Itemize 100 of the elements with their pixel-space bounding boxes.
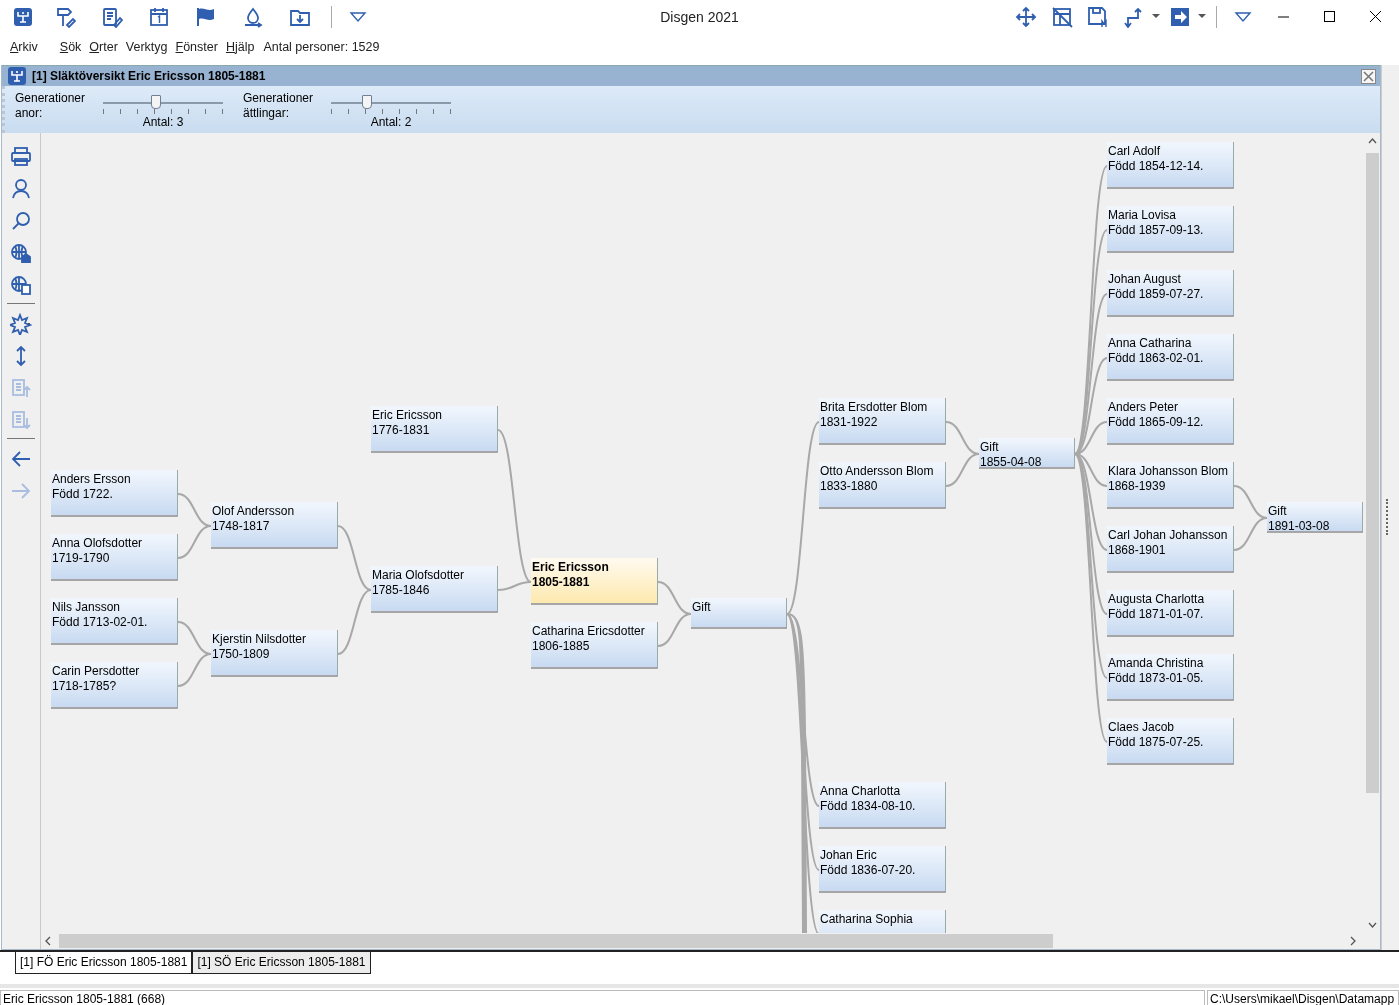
person-name: Anna Charlotta [820,784,902,799]
marriage-card[interactable]: Gift 1855-04-08 [979,438,1075,469]
person-card[interactable]: Olof Andersson 1748-1817 [211,502,338,549]
person-card[interactable]: Claes Jacob Född 1875-07-25. [1107,718,1234,765]
person-card[interactable]: Eric Ericsson 1776-1831 [371,406,498,453]
person-dates: 1718-1785? [52,679,118,694]
person-dates: 1831-1922 [820,415,879,430]
window-title: Disgen 2021 [660,8,739,25]
marriage-date: 1891-03-08 [1268,519,1331,534]
person-dates: Född 1875-07-25. [1108,735,1205,750]
generation-slider[interactable] [331,94,451,109]
person-name: Kjerstin Nilsdotter [212,632,308,647]
person-dates: 1750-1809 [212,647,271,662]
person-card[interactable]: Eric Ericsson 1805-1881 [531,558,658,605]
menu-item[interactable]: Arkiv [9,40,39,54]
person-card[interactable]: Johan August Född 1859-07-27. [1107,270,1234,317]
close-icon[interactable] [1361,68,1376,84]
person-card[interactable]: Catharina Ericsdotter 1806-1885 [531,622,658,669]
person-dates: Född 1859-07-27. [1108,287,1205,302]
person-name: Klara Johansson Blom [1108,464,1230,479]
person-name: Maria Olofsdotter [372,568,466,583]
person-card[interactable]: Otto Andersson Blom 1833-1880 [819,462,946,509]
marriage-card[interactable]: Gift 1891-03-08 [1267,502,1363,533]
person-name: Augusta Charlotta [1108,592,1206,607]
person-dates: 1719-1790 [52,551,111,566]
caret-icon[interactable] [1152,14,1162,19]
connector-line [177,525,212,559]
person-dates: 1868-1901 [1108,543,1167,558]
menu-item[interactable]: Verktyg [124,40,169,54]
person-dates: Född 1834-08-10. [820,799,917,814]
person-dates: 1868-1939 [1108,479,1167,494]
marriage-label: Gift [692,600,712,615]
person-name: Carl Adolf [1108,144,1162,159]
person-card[interactable]: Kjerstin Nilsdotter 1750-1809 [211,630,338,677]
caret-icon[interactable] [1198,14,1208,19]
person-card[interactable]: Brita Ersdotter Blom 1831-1922 [819,398,946,445]
menu-item[interactable]: Hjälp [224,40,256,54]
slider-reading: Antal: 2 [370,114,412,129]
person-dates: Född 1873-01-05. [1108,671,1205,686]
person-name: Anders Ersson [52,472,132,487]
marriage-date: 1855-04-08 [980,455,1043,470]
marriage-label: Gift [980,440,1000,455]
person-card[interactable]: Anna Olofsdotter 1719-1790 [51,534,178,581]
person-dates: 1785-1846 [372,583,431,598]
slider-reading: Antal: 3 [142,114,184,129]
person-name: Carl Johan Johansson [1108,528,1229,543]
menu-item[interactable]: Sök [58,40,83,54]
view-tab[interactable]: [1] SÖ Eric Ericsson 1805-1881 [192,952,371,974]
person-card[interactable]: Klara Johansson Blom 1868-1939 [1107,462,1234,509]
person-card[interactable]: Anna Catharina Född 1863-02-01. [1107,334,1234,381]
person-dates: 1748-1817 [212,519,271,534]
person-card[interactable]: Carin Persdotter 1718-1785? [51,662,178,709]
connector-line [337,525,372,591]
view-tab[interactable]: [1] FÖ Eric Ericsson 1805-1881 [15,952,193,974]
person-card[interactable]: Anders Peter Född 1865-09-12. [1107,398,1234,445]
person-name: Anna Olofsdotter [52,536,144,551]
person-dates: 1806-1885 [532,639,591,654]
person-dates: Född 1836-07-20. [820,863,917,878]
person-card[interactable]: Augusta Charlotta Född 1871-01-07. [1107,590,1234,637]
connector-line [657,613,692,647]
menu-item[interactable]: Orter [88,40,119,54]
tree-app-icon [8,67,26,85]
person-count: Antal personer: 1529 [263,40,380,54]
person-name: Nils Jansson [52,600,122,615]
person-dates: 1776-1831 [372,423,431,438]
person-dates: Född 1854-12-14. [1108,159,1205,174]
person-name: Johan Eric [820,848,878,863]
person-dates: Född 1722. [52,487,114,502]
scrollbar-thumb[interactable] [59,934,1053,948]
person-dates: Född 1863-02-01. [1108,351,1205,366]
person-card[interactable]: Maria Olofsdotter 1785-1846 [371,566,498,613]
person-card[interactable]: Catharina Sophia [819,910,946,933]
connector-line [177,653,212,687]
person-card[interactable]: Johan Eric Född 1836-07-20. [819,846,946,893]
person-card[interactable]: Anders Ersson Född 1722. [51,470,178,517]
person-name: Brita Ersdotter Blom [820,400,929,415]
person-card[interactable]: Carl Adolf Född 1854-12-14. [1107,142,1234,189]
person-card[interactable]: Carl Johan Johansson 1868-1901 [1107,526,1234,573]
person-name: Johan August [1108,272,1182,287]
person-name: Eric Ericsson [372,408,443,423]
person-dates: Född 1857-09-13. [1108,223,1205,238]
scrollbar-thumb[interactable] [1365,153,1379,793]
person-dates: 1833-1880 [820,479,879,494]
marriage-card[interactable]: Gift [691,598,787,629]
person-name: Olof Andersson [212,504,296,519]
person-card[interactable]: Nils Jansson Född 1713-02-01. [51,598,178,645]
person-name: Amanda Christina [1108,656,1205,671]
person-card[interactable]: Amanda Christina Född 1873-01-05. [1107,654,1234,701]
person-name: Maria Lovisa [1108,208,1178,223]
person-dates: Född 1865-09-12. [1108,415,1205,430]
person-name: Claes Jacob [1108,720,1176,735]
generation-slider[interactable] [103,94,223,109]
person-card[interactable]: Maria Lovisa Född 1857-09-13. [1107,206,1234,253]
person-name: Catharina Ericsdotter [532,624,646,639]
person-name: Anna Catharina [1108,336,1193,351]
person-name: Catharina Sophia [820,912,914,927]
document-title: [1] Släktöversikt Eric Ericsson 1805-1881 [32,69,267,83]
marriage-label: Gift [1268,504,1288,519]
menu-item[interactable]: Fönster [174,40,219,54]
person-card[interactable]: Anna Charlotta Född 1834-08-10. [819,782,946,829]
